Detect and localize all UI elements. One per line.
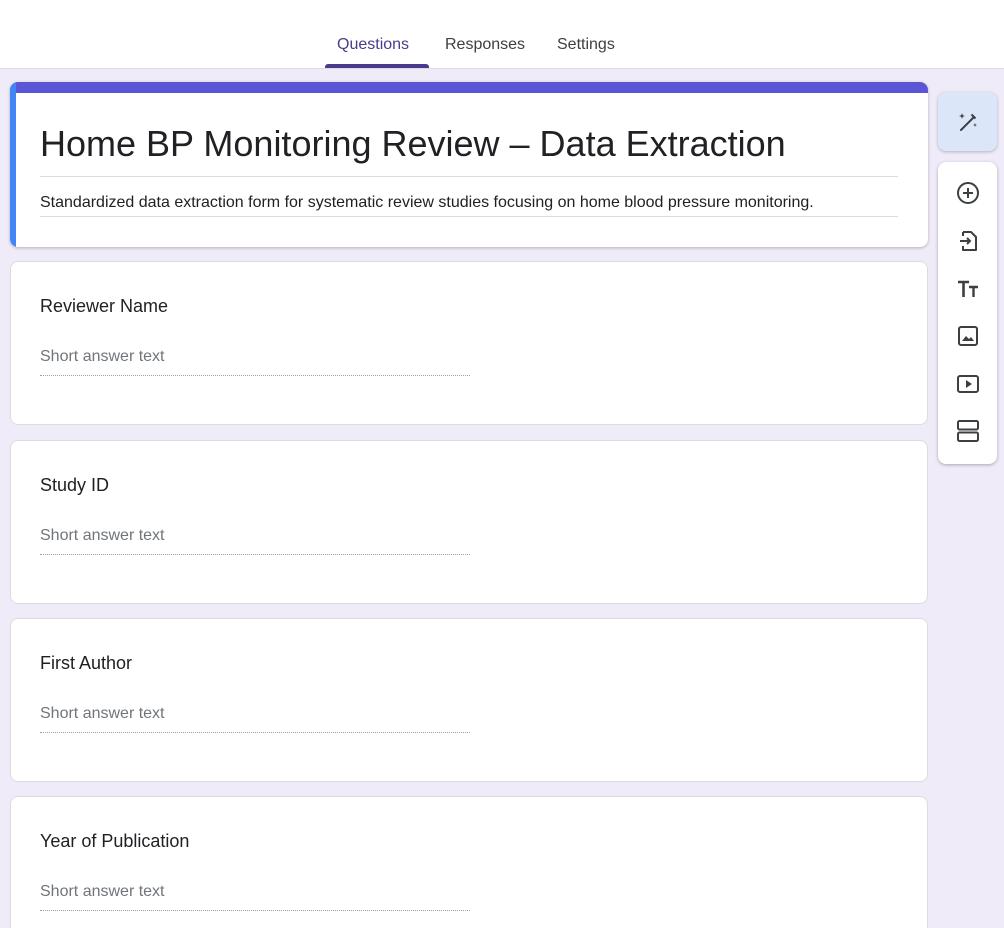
answer-underline bbox=[40, 554, 470, 555]
question-title: Study ID bbox=[40, 475, 110, 495]
question-card[interactable]: Reviewer Name Short answer text bbox=[10, 261, 928, 425]
title-divider bbox=[40, 176, 898, 177]
add-section-icon[interactable] bbox=[955, 418, 981, 444]
question-card[interactable]: Study ID Short answer text bbox=[10, 440, 928, 604]
question-title: Year of Publication bbox=[40, 831, 190, 851]
question-card[interactable]: Year of Publication Short answer text bbox=[10, 796, 928, 928]
form-title[interactable]: Home BP Monitoring Review – Data Extract… bbox=[40, 123, 786, 165]
tab-responses[interactable]: Responses bbox=[445, 36, 525, 54]
question-title: First Author bbox=[40, 653, 133, 673]
active-tab-indicator bbox=[325, 64, 429, 68]
question-card[interactable]: First Author Short answer text bbox=[10, 618, 928, 782]
tab-questions[interactable]: Questions bbox=[337, 36, 409, 54]
short-answer-placeholder: Short answer text bbox=[40, 705, 165, 722]
form-description[interactable]: Standardized data extraction form for sy… bbox=[40, 194, 814, 212]
magic-wand-button[interactable] bbox=[938, 92, 997, 151]
tab-settings[interactable]: Settings bbox=[557, 36, 615, 54]
header-color-band bbox=[10, 82, 928, 93]
question-title: Reviewer Name bbox=[40, 296, 169, 316]
tab-bar: Questions Responses Settings bbox=[0, 0, 1004, 68]
focus-indicator bbox=[10, 82, 16, 247]
answer-underline bbox=[40, 375, 470, 376]
short-answer-placeholder: Short answer text bbox=[40, 348, 165, 365]
side-toolbar bbox=[938, 162, 997, 464]
answer-underline bbox=[40, 732, 470, 733]
add-question-icon[interactable] bbox=[955, 180, 981, 206]
add-title-icon[interactable] bbox=[955, 276, 981, 302]
add-video-icon[interactable] bbox=[955, 371, 981, 397]
add-image-icon[interactable] bbox=[955, 323, 981, 349]
answer-underline bbox=[40, 910, 470, 911]
form-title-card[interactable]: Home BP Monitoring Review – Data Extract… bbox=[10, 82, 928, 247]
magic-wand-icon bbox=[955, 109, 981, 135]
short-answer-placeholder: Short answer text bbox=[40, 527, 165, 544]
import-questions-icon[interactable] bbox=[955, 228, 981, 254]
short-answer-placeholder: Short answer text bbox=[40, 883, 165, 900]
top-bar: Questions Responses Settings bbox=[0, 0, 1004, 69]
description-divider bbox=[40, 216, 898, 217]
